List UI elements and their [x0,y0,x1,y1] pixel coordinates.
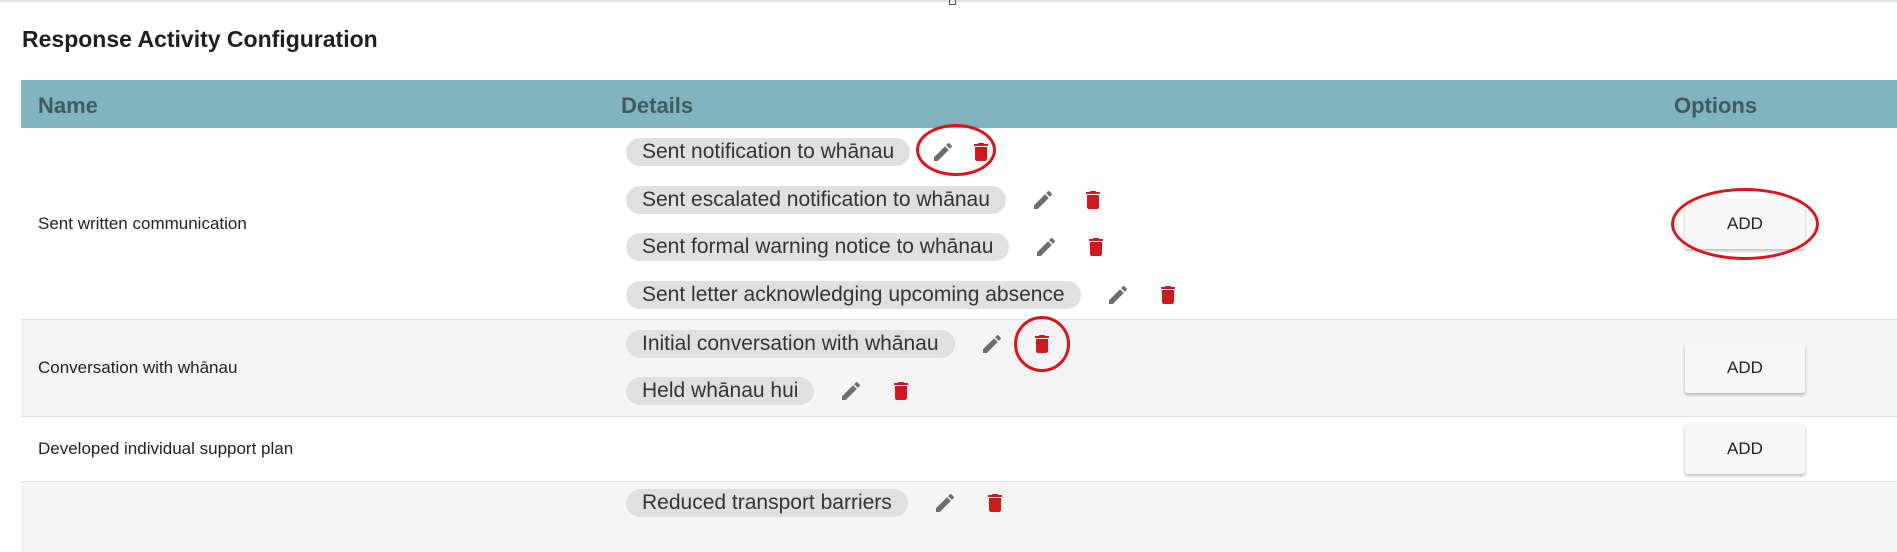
add-button[interactable]: ADD [1685,199,1805,249]
add-button[interactable]: ADD [1685,343,1805,393]
table-row: Reduced transport barriers [21,482,1897,552]
pencil-icon [935,493,954,512]
delete-button[interactable] [1078,185,1108,215]
detail-chip: Initial conversation with whānau [626,330,955,358]
pencil-icon [842,381,861,400]
edit-button[interactable] [916,124,997,176]
trash-icon [1160,286,1175,304]
row-name: Developed individual support plan [38,439,294,458]
pencil-icon [982,334,1001,353]
trash-icon [1089,238,1104,256]
text-cursor-icon [949,0,956,5]
trash-icon [1085,191,1100,209]
detail-chip: Sent notification to whānau [626,138,911,166]
activity-table: Name Details Options Sent written commun… [21,80,1897,552]
trash-icon [987,494,1002,512]
edit-button[interactable] [1028,185,1058,215]
pencil-icon [934,142,953,161]
row-name: Conversation with whānau [38,358,238,377]
detail-chip: Reduced transport barriers [626,489,908,517]
delete-button[interactable] [886,376,916,406]
pencil-icon [1108,285,1127,304]
detail-item: Reduced transport barriers [626,489,1010,517]
column-header-details: Details [621,93,694,118]
detail-item: Sent formal warning notice to whānau [626,233,1111,261]
delete-button[interactable] [1013,316,1070,372]
edit-button[interactable] [977,329,1007,359]
page-title: Response Activity Configuration [22,26,378,52]
detail-item: Sent escalated notification to whānau [626,186,1108,214]
trash-icon [1034,335,1049,353]
detail-chip: Sent formal warning notice to whānau [626,233,1010,261]
table-header: Name Details Options [21,80,1897,128]
detail-chip: Held whānau hui [626,377,815,405]
detail-item: Sent notification to whānau [626,124,997,176]
table-row-conversation-with-whanau: Conversation with whānau Initial convers… [21,316,1897,417]
pencil-icon [1033,190,1052,209]
edit-button[interactable] [930,488,960,518]
detail-item: Sent letter acknowledging upcoming absen… [626,281,1183,309]
table-row-sent-written-communication: Sent written communication Sent notifica… [21,124,1897,320]
delete-button[interactable] [966,137,996,167]
edit-button[interactable] [836,376,866,406]
row-name: Sent written communication [38,214,247,233]
table-row-developed-individual-support-plan: Developed individual support plan ADD [21,417,1897,482]
detail-chip: Sent escalated notification to whānau [626,186,1006,214]
pencil-icon [1037,237,1056,256]
column-header-name: Name [38,93,98,118]
delete-button[interactable] [980,488,1010,518]
trash-icon [974,143,989,161]
column-header-options: Options [1674,93,1758,118]
add-button[interactable]: ADD [1685,424,1805,474]
delete-button[interactable] [1081,232,1111,262]
trash-icon [894,382,909,400]
edit-button[interactable] [1031,232,1061,262]
detail-chip: Sent letter acknowledging upcoming absen… [626,281,1081,309]
edit-button[interactable] [1103,280,1133,310]
detail-item: Initial conversation with whānau [626,316,1070,372]
detail-item: Held whānau hui [626,377,916,405]
delete-button[interactable] [1153,280,1183,310]
